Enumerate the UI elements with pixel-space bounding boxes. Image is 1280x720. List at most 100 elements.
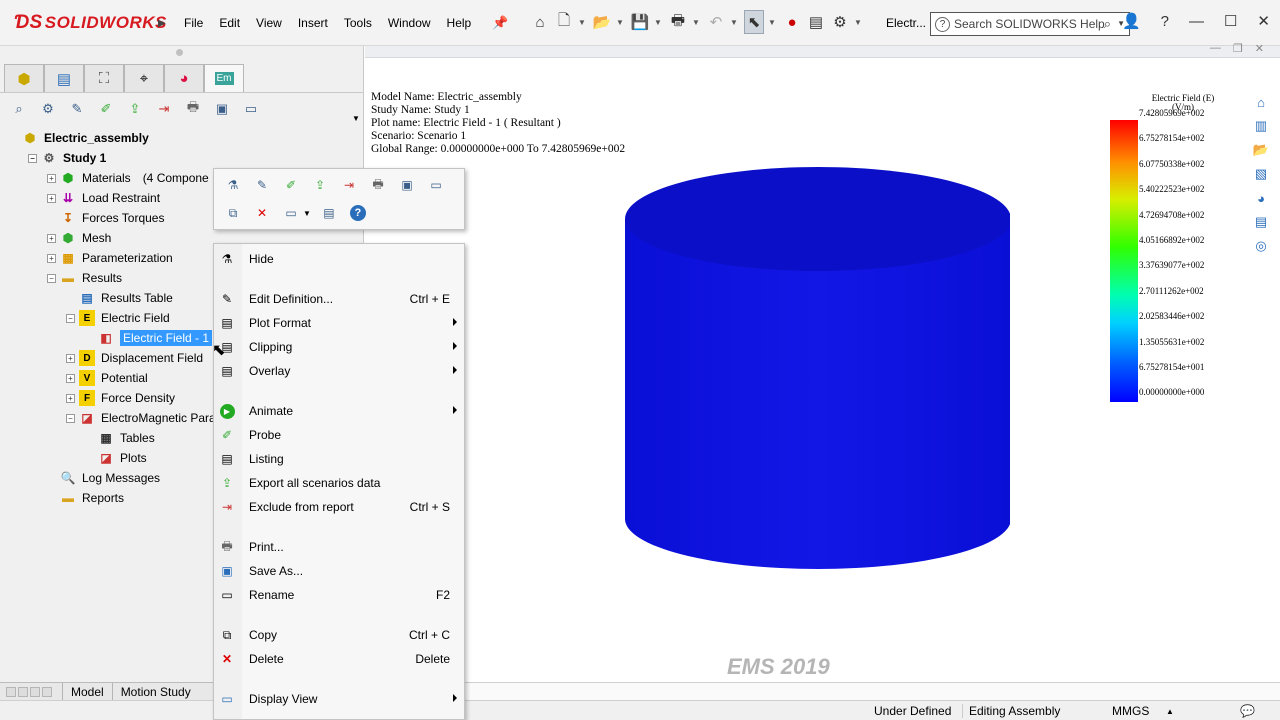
custom-properties-icon[interactable]: ▤ (1251, 212, 1271, 232)
tree-item-log-messages[interactable]: 🔍 Log Messages (60, 468, 161, 488)
search-icon[interactable]: ⌕ (1104, 16, 1111, 32)
minimize-icon[interactable]: — (1189, 13, 1204, 30)
exclude-icon[interactable]: ⇥ (153, 98, 175, 120)
print-icon[interactable]: 🖶 (668, 10, 688, 34)
select-arrow-icon[interactable]: ⬉ (744, 10, 764, 34)
probe-icon[interactable]: ✐ (95, 98, 117, 120)
tree-item-results-table[interactable]: ▤ Results Table (79, 288, 173, 308)
electric-field-plot[interactable] (620, 164, 1010, 574)
expand-icon[interactable]: + (66, 373, 75, 383)
print-icon[interactable]: 🖶 (182, 98, 204, 120)
tree-item-force-density[interactable]: + F Force Density (66, 388, 175, 408)
chevron-right-icon[interactable]: ▶ (158, 18, 166, 29)
chat-icon[interactable]: 💬 (1240, 704, 1255, 718)
menu-window[interactable]: Window (380, 14, 439, 32)
menu-item-animate[interactable]: ▶ Animate (214, 400, 466, 422)
hide-icon[interactable]: ⚗ (222, 174, 244, 196)
display-icon[interactable]: ▭ (425, 174, 447, 196)
study-icon[interactable]: ⚙ (37, 98, 59, 120)
chevron-down-icon[interactable]: ▼ (692, 18, 702, 27)
help-search-input[interactable]: ? Search SOLIDWORKS Help ⌕ ▼ (930, 12, 1130, 36)
home-icon[interactable]: ⌂ (1251, 92, 1271, 112)
graphics-area[interactable]: — ❐ ✕ Model Name: Electric_assembly Study … (365, 42, 1280, 700)
export-icon[interactable]: ⇪ (124, 98, 146, 120)
tree-item-parameterization[interactable]: + ▦ Parameterization (47, 248, 173, 268)
menu-item-export-all[interactable]: ⇪ Export all scenarios data (214, 472, 466, 494)
solidworks-forum-icon[interactable]: ◎ (1251, 236, 1271, 256)
first-tab-icon[interactable] (6, 686, 16, 697)
prev-tab-icon[interactable] (18, 686, 28, 697)
chevron-down-icon[interactable]: ▼ (352, 114, 360, 123)
menu-item-print[interactable]: 🖶 Print... (214, 536, 466, 558)
chevron-down-icon[interactable]: ▼ (654, 18, 664, 27)
new-document-icon[interactable]: 🗋 (554, 10, 574, 34)
next-tab-icon[interactable] (30, 686, 40, 697)
close-icon[interactable]: ✕ (1257, 12, 1270, 30)
chevron-down-icon[interactable]: ▼ (854, 18, 864, 27)
tab-model[interactable]: Model (62, 682, 112, 701)
export-icon[interactable]: ⇪ (309, 174, 331, 196)
expand-icon[interactable]: + (66, 353, 75, 363)
tree-item-tables[interactable]: ▦ Tables (98, 428, 154, 448)
traffic-light-icon[interactable]: ● (782, 10, 802, 34)
question-icon[interactable]: ? (1161, 13, 1169, 30)
display-icon[interactable]: ▭ (240, 98, 262, 120)
chevron-down-icon[interactable]: ▼ (303, 209, 311, 224)
panel-grip[interactable] (176, 49, 183, 56)
collapse-icon[interactable]: − (66, 413, 75, 423)
menu-file[interactable]: File (176, 14, 211, 32)
menu-item-clipping[interactable]: ▤ Clipping (214, 336, 466, 358)
display-view-icon[interactable]: ▭ (280, 202, 302, 224)
probe-icon[interactable]: ✐ (280, 174, 302, 196)
tree-item-results[interactable]: − ▬ Results (47, 268, 122, 288)
tree-item-reports[interactable]: ▬ Reports (60, 488, 124, 508)
appearances-icon[interactable]: ◕ (1251, 188, 1271, 208)
chevron-up-icon[interactable]: ▲ (1166, 707, 1174, 716)
menu-edit[interactable]: Edit (211, 14, 248, 32)
tab-motion-study[interactable]: Motion Study (111, 682, 199, 701)
gear-icon[interactable]: ⚙ (830, 10, 850, 34)
search-icon[interactable]: ⌕ (8, 98, 30, 120)
menu-view[interactable]: View (248, 14, 290, 32)
user-icon[interactable]: 👤 (1122, 12, 1141, 30)
solidworks-logo[interactable]: ƊS SOLIDWORKS (14, 9, 167, 37)
help-icon[interactable]: ? (347, 202, 369, 224)
ems-manager-tab[interactable]: Em (204, 64, 244, 92)
expand-icon[interactable]: + (66, 393, 75, 403)
collapse-icon[interactable]: − (28, 153, 37, 163)
delete-icon[interactable]: ✕ (251, 202, 273, 224)
expand-icon[interactable]: + (47, 233, 56, 243)
tree-item-assembly[interactable]: ⬢ Electric_assembly (22, 128, 149, 148)
expand-icon[interactable]: + (47, 193, 56, 203)
tree-item-plots[interactable]: ◪ Plots (98, 448, 146, 468)
pin-icon[interactable]: 📌 (492, 15, 508, 31)
menu-item-plot-format[interactable]: ▤ Plot Format (214, 312, 466, 334)
tree-item-potential[interactable]: + V Potential (66, 368, 148, 388)
menu-item-hide[interactable]: ⚗ Hide (214, 248, 466, 270)
exclude-icon[interactable]: ⇥ (338, 174, 360, 196)
open-folder-icon[interactable]: 📂 (592, 10, 612, 34)
save-icon[interactable]: 💾 (630, 10, 650, 34)
status-units[interactable]: MMGS (1112, 704, 1149, 718)
property-manager-tab[interactable]: ▤ (44, 64, 84, 92)
collapse-icon[interactable]: − (66, 313, 75, 323)
file-properties-icon[interactable]: ▤ (806, 10, 826, 34)
expand-icon[interactable]: + (47, 173, 56, 183)
view-palette-icon[interactable]: ▧ (1251, 164, 1271, 184)
print-icon[interactable]: 🖶 (367, 174, 389, 196)
collapse-icon[interactable]: − (47, 273, 56, 283)
edit-icon[interactable]: ✎ (251, 174, 273, 196)
display-manager-tab[interactable]: ◕ (164, 64, 204, 92)
tree-item-mesh[interactable]: + ⬢ Mesh (47, 228, 111, 248)
menu-item-save-as[interactable]: ▣ Save As... (214, 560, 466, 582)
tree-item-em-parameters[interactable]: − ◪ ElectroMagnetic Para (66, 408, 216, 428)
chevron-down-icon[interactable]: ▼ (768, 18, 778, 27)
chevron-down-icon[interactable]: ▼ (730, 18, 740, 27)
save-as-icon[interactable]: ▣ (211, 98, 233, 120)
copy-icon[interactable]: ⧉ (222, 202, 244, 224)
minimize-icon[interactable]: — (1210, 42, 1221, 55)
menu-insert[interactable]: Insert (290, 14, 336, 32)
menu-item-delete[interactable]: ✕ Delete Delete (214, 648, 466, 670)
menu-tools[interactable]: Tools (336, 14, 380, 32)
menu-item-display-view[interactable]: ▭ Display View (214, 688, 466, 710)
